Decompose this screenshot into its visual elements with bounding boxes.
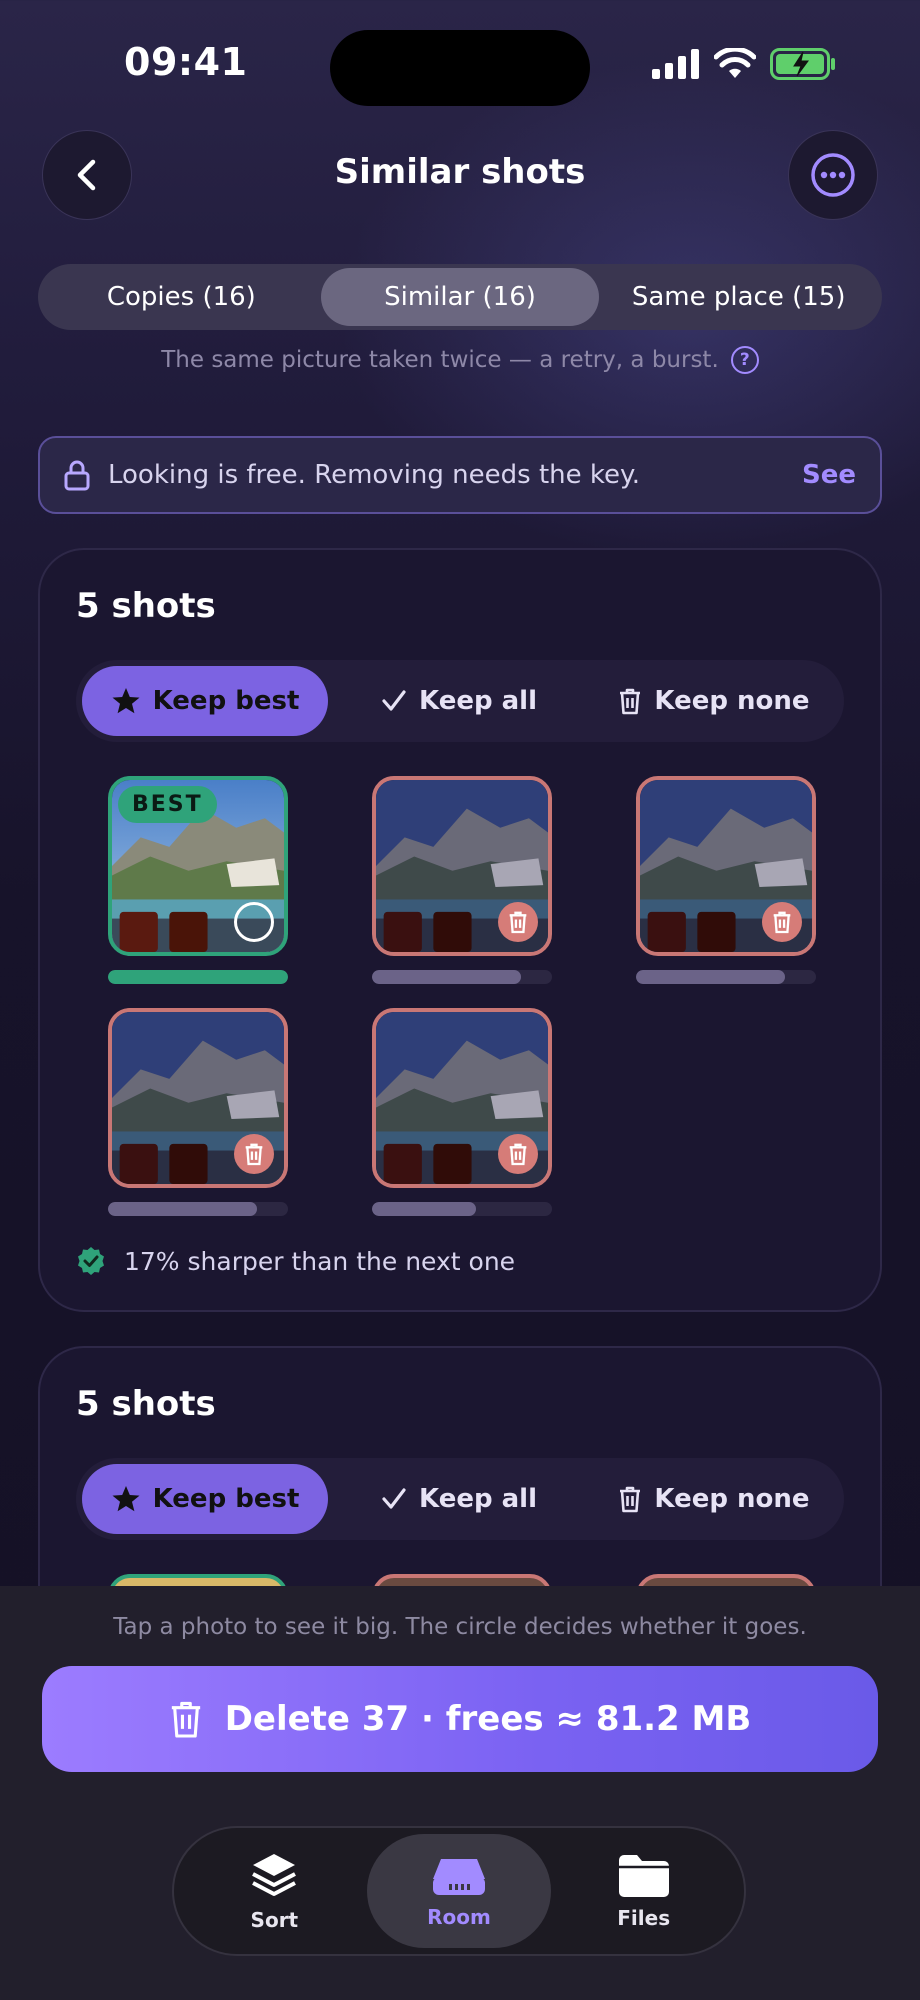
- sharpness-bar: [372, 970, 552, 984]
- battery-icon: [770, 48, 835, 80]
- photo-thumb[interactable]: BEST: [108, 776, 288, 956]
- keep-choice-segment: Keep best Keep all Keep none: [76, 660, 844, 742]
- lock-icon: [64, 460, 90, 491]
- nav-room-label: Room: [427, 1905, 491, 1929]
- sharpness-note-text: 17% sharper than the next one: [124, 1246, 516, 1276]
- dynamic-island: [330, 30, 590, 106]
- verified-badge-icon: [78, 1247, 104, 1275]
- layers-icon: [252, 1854, 297, 1896]
- trash-icon: [773, 911, 791, 934]
- trash-icon: [620, 688, 641, 715]
- delete-toggle[interactable]: [234, 1134, 274, 1174]
- check-icon: [382, 1488, 406, 1509]
- keep-all-button[interactable]: Keep all: [328, 1464, 590, 1534]
- sharpness-bar-fill: [108, 1202, 258, 1216]
- bottom-nav: Sort Room Files: [172, 1826, 746, 1956]
- bottom-hint: Tap a photo to see it big. The circle de…: [113, 1614, 807, 1640]
- segmented-tabs: Copies (16) Similar (16) Same place (15): [38, 264, 882, 330]
- sharpness-note: 17% sharper than the next one: [76, 1246, 515, 1276]
- keep-all-label: Keep all: [419, 1484, 537, 1514]
- status-icons: [652, 48, 836, 80]
- group-title: 5 shots: [76, 586, 216, 626]
- delete-toggle[interactable]: [498, 1134, 538, 1174]
- keep-choice-segment: Keep best Keep all Keep none: [76, 1458, 844, 1540]
- keep-none-button[interactable]: Keep none: [590, 666, 838, 736]
- check-icon: [382, 690, 406, 711]
- tab-same-place[interactable]: Same place (15): [599, 268, 878, 326]
- keep-best-label: Keep best: [152, 1484, 300, 1514]
- keep-best-button[interactable]: Keep best: [82, 1464, 328, 1534]
- trash-icon: [509, 1143, 527, 1166]
- keep-none-label: Keep none: [654, 686, 810, 716]
- delete-toggle[interactable]: [498, 902, 538, 942]
- star-icon: [112, 688, 140, 714]
- nav-files-label: Files: [617, 1906, 671, 1930]
- nav-room[interactable]: Room: [366, 1834, 552, 1948]
- best-badge: BEST: [118, 786, 217, 823]
- signal-icon: [652, 49, 699, 79]
- help-icon[interactable]: ?: [730, 346, 759, 374]
- nav-sort[interactable]: Sort: [182, 1834, 367, 1948]
- nav-files[interactable]: Files: [551, 1834, 736, 1948]
- keep-none-button[interactable]: Keep none: [590, 1464, 838, 1534]
- keep-all-button[interactable]: Keep all: [328, 666, 590, 736]
- folder-icon: [618, 1855, 669, 1897]
- keep-best-button[interactable]: Keep best: [82, 666, 328, 736]
- sharpness-bar-fill: [372, 1202, 477, 1216]
- sharpness-bar-fill: [636, 970, 786, 984]
- banner-see-link[interactable]: See: [802, 460, 856, 490]
- trash-icon: [620, 1486, 641, 1513]
- lock-banner: Looking is free. Removing needs the key.…: [38, 436, 882, 514]
- photo-thumb[interactable]: [372, 1008, 552, 1188]
- more-button[interactable]: [788, 130, 878, 220]
- tab-similar[interactable]: Similar (16): [320, 268, 600, 326]
- group-card: 5 shots Keep best Keep all Keep none BES…: [38, 548, 882, 1312]
- delete-button[interactable]: Delete 37 · frees ≈ 81.2 MB: [42, 1666, 878, 1772]
- photo-thumb[interactable]: [108, 1008, 288, 1188]
- trash-icon: [509, 911, 527, 934]
- sharpness-bar: [108, 1202, 288, 1216]
- photo-thumb[interactable]: [636, 776, 816, 956]
- delete-toggle[interactable]: [762, 902, 802, 942]
- tab-description-row: The same picture taken twice — a retry, …: [0, 346, 920, 374]
- star-icon: [112, 1486, 140, 1512]
- keep-all-label: Keep all: [419, 686, 537, 716]
- select-circle-icon[interactable]: [234, 902, 274, 942]
- tab-copies[interactable]: Copies (16): [42, 268, 321, 326]
- keep-best-label: Keep best: [152, 686, 300, 716]
- drive-icon: [433, 1859, 485, 1895]
- sharpness-bar-fill: [372, 970, 522, 984]
- tab-description: The same picture taken twice — a retry, …: [161, 347, 719, 373]
- sharpness-bar-fill: [108, 970, 288, 984]
- more-icon: [811, 153, 855, 197]
- delete-button-label: Delete 37 · frees ≈ 81.2 MB: [224, 1699, 752, 1739]
- sharpness-bar: [372, 1202, 552, 1216]
- sharpness-bar: [636, 970, 816, 984]
- group-title: 5 shots: [76, 1384, 216, 1424]
- nav-sort-label: Sort: [250, 1908, 299, 1932]
- page-title: Similar shots: [334, 152, 586, 192]
- status-time: 09:41: [124, 40, 248, 84]
- keep-none-label: Keep none: [654, 1484, 810, 1514]
- trash-icon: [245, 1143, 263, 1166]
- wifi-icon: [714, 48, 756, 78]
- banner-text: Looking is free. Removing needs the key.: [108, 460, 640, 490]
- trash-icon: [171, 1701, 200, 1738]
- sharpness-bar: [108, 970, 288, 984]
- photo-thumb[interactable]: [372, 776, 552, 956]
